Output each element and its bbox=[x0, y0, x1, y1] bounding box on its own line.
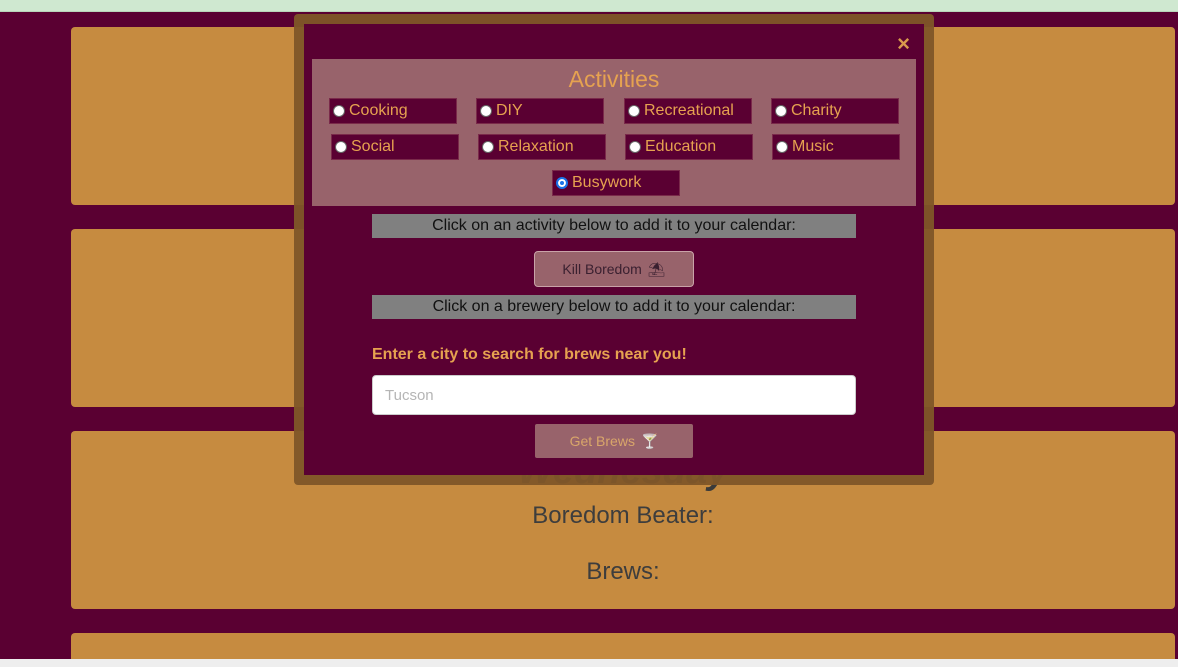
brews-label: Brews: bbox=[586, 558, 660, 585]
activity-option-label: DIY bbox=[496, 102, 523, 119]
activity-option-cooking[interactable]: Cooking bbox=[329, 98, 457, 124]
get-brews-button[interactable]: Get Brews 🍸 bbox=[535, 424, 693, 458]
radio-icon[interactable] bbox=[482, 141, 494, 153]
activity-option-diy[interactable]: DIY bbox=[476, 98, 604, 124]
close-icon[interactable]: × bbox=[897, 32, 910, 56]
kill-boredom-label: Kill Boredom bbox=[562, 261, 642, 277]
activity-option-recreational[interactable]: Recreational bbox=[624, 98, 752, 124]
radio-icon[interactable] bbox=[776, 141, 788, 153]
brewery-instructions: Click on a brewery below to add it to yo… bbox=[372, 295, 856, 319]
radio-icon[interactable] bbox=[628, 105, 640, 117]
activities-title: Activities bbox=[568, 66, 660, 92]
activity-modal: × Activities Cooking DIY Recreational Ch… bbox=[304, 24, 924, 475]
activity-option-label: Relaxation bbox=[498, 138, 574, 155]
activity-option-busywork[interactable]: Busywork bbox=[552, 170, 680, 196]
radio-icon[interactable] bbox=[480, 105, 492, 117]
activity-option-label: Social bbox=[351, 138, 395, 155]
radio-checked-icon[interactable] bbox=[556, 177, 568, 189]
radio-icon[interactable] bbox=[333, 105, 345, 117]
activities-panel: Activities Cooking DIY Recreational Char… bbox=[312, 59, 916, 206]
activity-option-social[interactable]: Social bbox=[331, 134, 459, 160]
cocktail-glass-icon: 🍸 bbox=[640, 432, 659, 449]
activity-option-label: Music bbox=[792, 138, 834, 155]
boredom-beater-label: Boredom Beater: bbox=[532, 502, 714, 529]
activity-option-label: Busywork bbox=[572, 174, 642, 191]
city-prompt: Enter a city to search for brews near yo… bbox=[372, 346, 687, 363]
kill-boredom-button[interactable]: Kill Boredom ⛱ bbox=[534, 251, 694, 287]
activity-option-music[interactable]: Music bbox=[772, 134, 900, 160]
browser-bookmarks-bar bbox=[0, 0, 1178, 12]
activity-option-label: Cooking bbox=[349, 102, 408, 119]
activity-option-education[interactable]: Education bbox=[625, 134, 753, 160]
radio-icon[interactable] bbox=[629, 141, 641, 153]
activity-option-label: Education bbox=[645, 138, 717, 155]
activity-option-charity[interactable]: Charity bbox=[771, 98, 899, 124]
activity-option-label: Charity bbox=[791, 102, 842, 119]
city-search-input[interactable] bbox=[372, 375, 856, 415]
get-brews-label: Get Brews bbox=[569, 433, 635, 449]
radio-icon[interactable] bbox=[335, 141, 347, 153]
activity-option-relaxation[interactable]: Relaxation bbox=[478, 134, 606, 160]
bottom-scroll-area bbox=[0, 659, 1178, 667]
activity-option-label: Recreational bbox=[644, 102, 734, 119]
radio-icon[interactable] bbox=[775, 105, 787, 117]
activity-instructions: Click on an activity below to add it to … bbox=[372, 214, 856, 238]
beach-umbrella-icon: ⛱ bbox=[647, 260, 666, 277]
